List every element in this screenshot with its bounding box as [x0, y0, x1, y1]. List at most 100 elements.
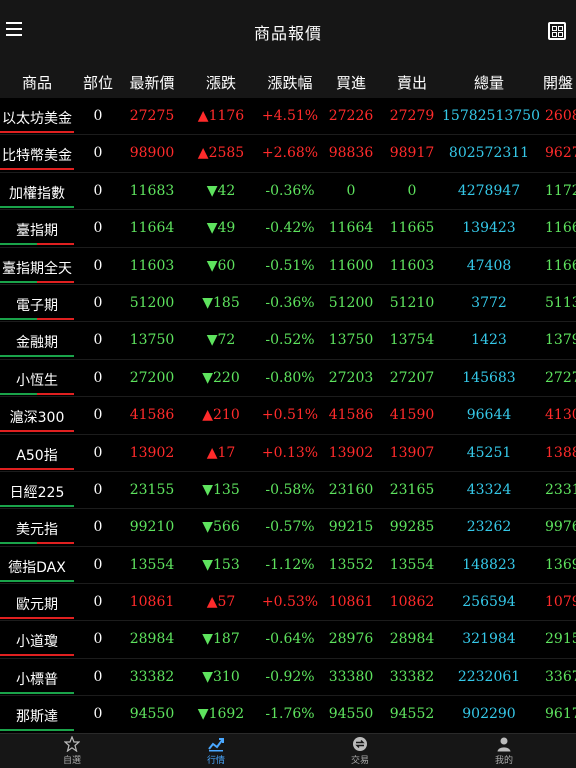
trend-indicator-bar	[0, 729, 74, 732]
row-name: 滬深300	[9, 410, 65, 427]
row-change-pct: +0.51%	[261, 407, 319, 424]
row-change-pct: -0.52%	[265, 332, 315, 349]
row-ask: 33382	[389, 668, 435, 685]
row-open: 41303	[545, 407, 576, 424]
row-name: 歐元期	[16, 597, 58, 614]
row-open: 51135	[545, 294, 576, 311]
row-open: 96172	[545, 706, 576, 723]
grid-view-icon[interactable]	[548, 22, 566, 40]
row-change: ▼187	[202, 631, 240, 648]
row-last-price: 99210	[129, 519, 175, 536]
row-volume: 43324	[466, 481, 512, 498]
column-header-change-pct[interactable]: 漲跌幅	[258, 72, 322, 93]
star-icon	[64, 736, 80, 752]
trend-indicator-bar	[0, 243, 74, 246]
row-ask: 28984	[389, 631, 435, 648]
row-change: ▼153	[202, 556, 240, 573]
table-row[interactable]: 小標普 0 33382 ▼310 -0.92% 33380 33382 2232061 3367…	[0, 659, 576, 697]
table-row[interactable]: 以太坊美金 0 27275 ▲1176 +4.51% 27226 27279 15782513…	[0, 98, 576, 136]
row-open: 13790	[545, 332, 576, 349]
row-name: 美元指	[16, 522, 58, 539]
row-open: 10790	[545, 594, 576, 611]
table-row[interactable]: A50指 0 13902 ▲17 +0.13% 13902 13907 45251 13885	[0, 435, 576, 472]
column-header-position[interactable]: 部位	[76, 72, 120, 93]
table-row[interactable]: 臺指期 0 11664 ▼49 -0.42% 11664 11665 139423 11669	[0, 210, 576, 248]
column-header-bid[interactable]: 買進	[322, 72, 380, 93]
row-volume: 47408	[466, 257, 512, 274]
table-row[interactable]: 德指DAX 0 13554 ▼153 -1.12% 13552 13554 148823 136…	[0, 547, 576, 585]
table-row[interactable]: 電子期 0 51200 ▼185 -0.36% 51200 51210 3772 51135	[0, 285, 576, 323]
row-ask: 13554	[389, 556, 435, 573]
row-position: 0	[93, 108, 103, 124]
row-bid: 13902	[328, 444, 374, 461]
table-row[interactable]: 金融期 0 13750 ▼72 -0.52% 13750 13754 1423 13790	[0, 322, 576, 360]
table-row[interactable]: 臺指期全天 0 11603 ▼60 -0.51% 11600 11603 47408 11669	[0, 248, 576, 285]
row-volume: 23262	[466, 519, 512, 536]
table-row[interactable]: 日經225 0 23155 ▼135 -0.58% 23160 23165 43324 2331…	[0, 472, 576, 510]
row-bid: 33380	[328, 668, 374, 685]
row-position: 0	[93, 444, 103, 461]
row-volume: 145683	[462, 369, 516, 386]
row-position: 0	[93, 332, 103, 349]
row-volume: 256594	[462, 594, 516, 611]
column-header-name[interactable]: 商品	[0, 72, 74, 93]
trend-indicator-bar	[0, 168, 74, 171]
tab-quotes[interactable]: 行情	[176, 736, 256, 766]
row-change: ▼72	[206, 332, 236, 349]
row-last-price: 27275	[129, 108, 175, 124]
row-position: 0	[93, 481, 103, 498]
row-last-price: 11683	[129, 182, 175, 199]
row-last-price: 27200	[129, 369, 175, 386]
tab-watchlist[interactable]: 自選	[32, 736, 112, 766]
row-bid: 13750	[328, 332, 374, 349]
row-last-price: 23155	[129, 481, 175, 498]
table-row[interactable]: 加權指數 0 11683 ▼42 -0.36% 0 0 4278947 11725	[0, 173, 576, 211]
column-header-change[interactable]: 漲跌	[186, 72, 256, 93]
trend-indicator-bar	[0, 205, 74, 208]
row-bid: 98836	[328, 145, 374, 162]
row-change-pct: -0.36%	[265, 182, 315, 199]
tab-trade[interactable]: 交易	[320, 736, 400, 766]
table-row[interactable]: 比特幣美金 0 98900 ▲2585 +2.68% 98836 98917 80257231…	[0, 135, 576, 173]
row-bid: 41586	[328, 407, 374, 424]
row-bid: 94550	[328, 706, 374, 723]
row-open: 29150	[545, 631, 576, 648]
table-row[interactable]: 小恆生 0 27200 ▼220 -0.80% 27203 27207 145683 27270	[0, 360, 576, 398]
row-position: 0	[93, 519, 103, 536]
chart-icon	[208, 738, 224, 752]
row-change-pct: -0.58%	[265, 481, 315, 498]
row-volume: 4278947	[457, 182, 521, 199]
tab-profile[interactable]: 我的	[464, 736, 544, 766]
row-ask: 13907	[389, 444, 435, 461]
column-header-volume[interactable]: 總量	[442, 72, 536, 93]
row-change-pct: -1.12%	[265, 556, 315, 573]
row-open: 27270	[545, 369, 576, 386]
row-change: ▼42	[206, 182, 236, 199]
row-ask: 94552	[389, 706, 435, 723]
row-open: 13690	[545, 556, 576, 573]
table-row[interactable]: 歐元期 0 10861 ▲57 +0.53% 10861 10862 256594 10790	[0, 584, 576, 622]
row-name: 加權指數	[9, 185, 65, 202]
trend-indicator-bar	[0, 691, 74, 694]
row-ask: 27207	[389, 369, 435, 386]
row-change-pct: +0.53%	[261, 594, 319, 611]
row-position: 0	[93, 145, 103, 162]
column-header-ask[interactable]: 賣出	[382, 72, 442, 93]
column-header-last[interactable]: 最新價	[122, 72, 182, 93]
page-title: 商品報價	[253, 24, 322, 43]
row-ask: 11603	[389, 257, 435, 274]
row-last-price: 13902	[129, 444, 175, 461]
table-row[interactable]: 美元指 0 99210 ▼566 -0.57% 99215 99285 23262 99765	[0, 509, 576, 547]
row-last-price: 98900	[129, 145, 175, 162]
row-volume: 148823	[462, 556, 516, 573]
row-change-pct: -0.57%	[265, 519, 315, 536]
table-row[interactable]: 滬深300 0 41586 ▲210 +0.51% 41586 41590 96644 4130…	[0, 397, 576, 435]
row-position: 0	[93, 556, 103, 573]
column-header-open[interactable]: 開盤	[543, 72, 576, 93]
row-change-pct: -1.76%	[265, 706, 315, 723]
row-name: 以太坊美金	[2, 111, 72, 127]
row-open: 99765	[545, 519, 576, 536]
row-name: 金融期	[16, 335, 58, 352]
table-row[interactable]: 小道瓊 0 28984 ▼187 -0.64% 28976 28984 321984 29150	[0, 621, 576, 659]
table-row[interactable]: 那斯達 0 94550 ▼1692 -1.76% 94550 94552 902290 9617…	[0, 696, 576, 733]
